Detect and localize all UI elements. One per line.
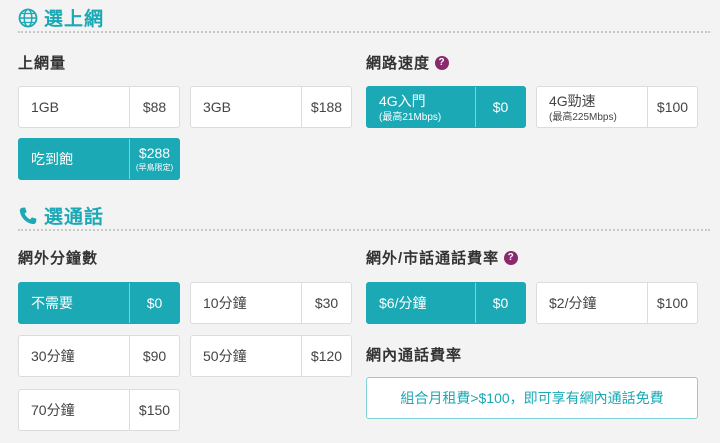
call-rate-label-row: 網外/市話通話費率 ?	[366, 247, 519, 268]
offnet-minutes-label: 網外分鐘數	[18, 250, 99, 267]
calls-section-title: 選通話	[44, 207, 105, 228]
option-name: 70分鐘	[31, 402, 75, 418]
minutes-option-70[interactable]: 70分鐘 $150	[18, 389, 180, 431]
option-name: 3GB	[203, 99, 232, 115]
calls-section-header: 選通話	[18, 202, 104, 229]
speed-option-4g-basic[interactable]: 4G入門 (最高21Mbps) $0	[366, 86, 526, 128]
option-price: $100	[647, 283, 697, 323]
option-price: $0	[475, 87, 525, 127]
help-icon[interactable]: ?	[504, 250, 519, 265]
divider	[18, 229, 710, 231]
option-price: $88	[129, 87, 179, 127]
option-price: $0	[129, 283, 179, 323]
option-price: $150	[129, 390, 179, 430]
option-price: $100	[647, 87, 697, 127]
option-price: $0	[475, 283, 525, 323]
minutes-option-30[interactable]: 30分鐘 $90	[18, 335, 180, 377]
phone-icon	[18, 206, 38, 226]
speed-option-4g-fast[interactable]: 4G勁速 (最高225Mbps) $100	[536, 86, 698, 128]
option-name: 4G入門	[379, 92, 426, 109]
data-option-unlimited[interactable]: 吃到飽 $288 (早鳥限定)	[18, 138, 180, 180]
option-price-note: (早鳥限定)	[135, 162, 174, 172]
rate-option-6[interactable]: $6/分鐘 $0	[366, 282, 526, 324]
option-name: 吃到飽	[31, 151, 73, 167]
option-price: $288	[138, 144, 171, 161]
option-note: (最高225Mbps)	[549, 111, 617, 123]
option-name-block: 4G入門 (最高21Mbps)	[367, 87, 475, 127]
internet-section-title: 選上網	[44, 9, 105, 30]
data-option-1gb[interactable]: 1GB $88	[18, 86, 180, 128]
data-option-3gb[interactable]: 3GB $188	[190, 86, 352, 128]
option-name: 50分鐘	[203, 348, 247, 364]
globe-icon	[18, 8, 38, 28]
minutes-option-50[interactable]: 50分鐘 $120	[190, 335, 352, 377]
minutes-option-none[interactable]: 不需要 $0	[18, 282, 180, 324]
onnet-rate-label: 網內通話費率	[366, 347, 463, 364]
network-speed-label: 網路速度	[366, 55, 431, 72]
option-note: (最高21Mbps)	[379, 111, 442, 123]
network-speed-label-row: 網路速度 ?	[366, 52, 450, 73]
option-name: 4G勁速	[549, 92, 596, 109]
onnet-free-notice: 組合月租費>$100，即可享有網內通話免費	[366, 377, 698, 419]
option-price: $30	[301, 283, 351, 323]
option-name: 30分鐘	[31, 348, 75, 364]
data-amount-label: 上網量	[18, 55, 67, 72]
rate-option-2[interactable]: $2/分鐘 $100	[536, 282, 698, 324]
option-name: $6/分鐘	[379, 295, 427, 311]
option-price: $188	[301, 87, 351, 127]
help-icon[interactable]: ?	[435, 55, 450, 70]
option-name: 不需要	[31, 295, 73, 311]
call-rate-label: 網外/市話通話費率	[366, 250, 500, 267]
divider	[18, 31, 710, 33]
option-price: $120	[301, 336, 351, 376]
option-name-block: 4G勁速 (最高225Mbps)	[537, 87, 647, 127]
minutes-option-10[interactable]: 10分鐘 $30	[190, 282, 352, 324]
internet-section-header: 選上網	[18, 4, 104, 31]
option-name: 10分鐘	[203, 295, 247, 311]
option-name: 1GB	[31, 99, 60, 115]
option-price: $90	[129, 336, 179, 376]
option-name: $2/分鐘	[549, 295, 597, 311]
option-price-block: $288 (早鳥限定)	[129, 139, 179, 179]
